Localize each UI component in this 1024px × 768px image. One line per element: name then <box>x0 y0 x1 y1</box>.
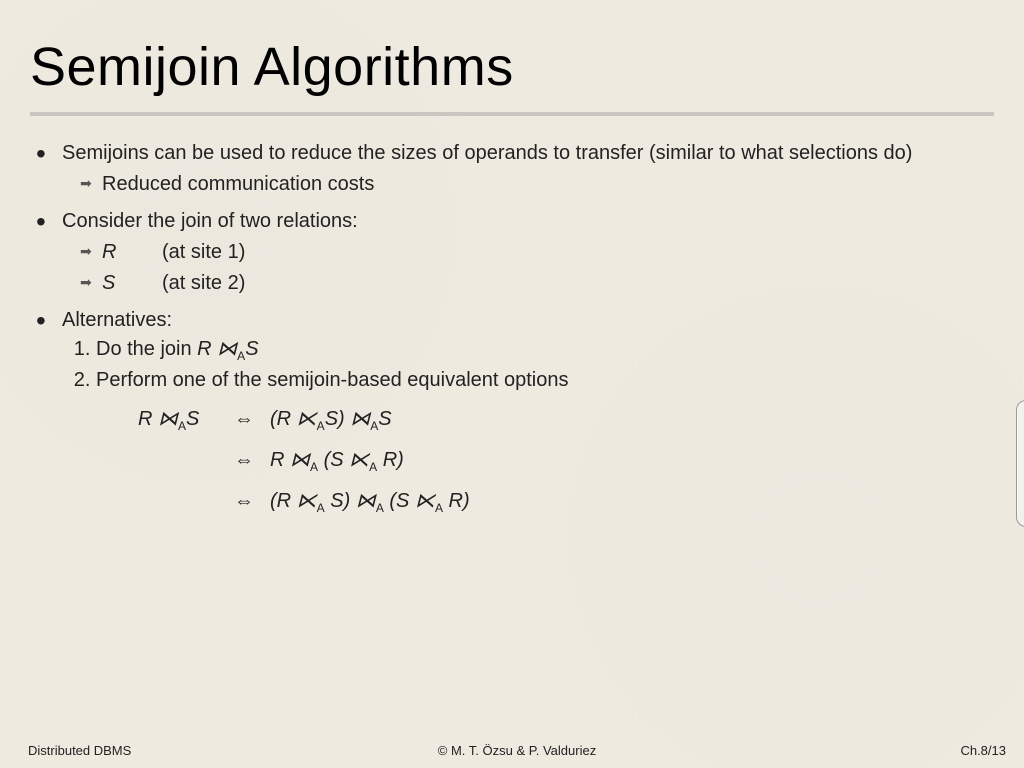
footer-center: © M. T. Özsu & P. Valduriez <box>438 743 596 758</box>
bullet-1a: Reduced communication costs <box>80 173 994 196</box>
alt-2: Perform one of the semijoin-based equiva… <box>96 369 994 392</box>
alternatives-list: Do the join R ⋈AS Perform one of the sem… <box>96 336 994 392</box>
bullet-1: Semijoins can be used to reduce the size… <box>36 142 994 196</box>
bullet-2: Consider the join of two relations: R (a… <box>36 210 994 295</box>
slide: Semijoin Algorithms Semijoins can be use… <box>0 0 1024 768</box>
equivalence-block: R ⋈AS ⇔ (R ⋉AS) ⋈AS ⇔ R ⋈A (S ⋉A R) ⇔ (R… <box>138 406 994 515</box>
relation-s: S (at site 2) <box>80 272 994 295</box>
eq-row-2: ⇔ R ⋈A (S ⋉A R) <box>138 447 994 474</box>
eq-row-1: R ⋈AS ⇔ (R ⋉AS) ⋈AS <box>138 406 994 433</box>
tradeoff-callout: Tradeoff between a) cost to compute and … <box>1016 400 1024 527</box>
relation-r-site: (at site 1) <box>162 241 245 264</box>
relation-s-label: S <box>102 272 122 295</box>
slide-title: Semijoin Algorithms <box>30 36 994 98</box>
iff-3: ⇔ <box>234 490 254 513</box>
eq-rhs-2: R ⋈A (S ⋉A R) <box>270 447 404 474</box>
bullet-2-sub: R (at site 1) S (at site 2) <box>62 241 994 295</box>
eq-row-3: ⇔ (R ⋉A S) ⋈A (S ⋉A R) <box>138 488 994 515</box>
eq-rhs-1: (R ⋉AS) ⋈AS <box>270 406 392 433</box>
bullet-1-text: Semijoins can be used to reduce the size… <box>62 142 912 164</box>
bullet-list: Semijoins can be used to reduce the size… <box>30 142 994 515</box>
relation-s-site: (at site 2) <box>162 272 245 295</box>
footer: Distributed DBMS © M. T. Özsu & P. Valdu… <box>28 743 1006 758</box>
iff-2: ⇔ <box>234 449 254 472</box>
relation-r-label: R <box>102 241 122 264</box>
bullet-3-text: Alternatives: <box>62 309 172 331</box>
bullet-3: Alternatives: Do the join R ⋈AS Perform … <box>36 309 994 515</box>
title-rule <box>30 112 994 116</box>
alt-1-pre: Do the join <box>96 338 197 360</box>
footer-right: Ch.8/13 <box>960 743 1006 758</box>
relation-r: R (at site 1) <box>80 241 994 264</box>
footer-left: Distributed DBMS <box>28 743 131 758</box>
bullet-2-text: Consider the join of two relations: <box>62 210 358 232</box>
alt-1: Do the join R ⋈AS <box>96 336 994 363</box>
alt-1-expr: R ⋈AS <box>197 338 258 360</box>
iff-1: ⇔ <box>234 408 254 431</box>
eq-rhs-3: (R ⋉A S) ⋈A (S ⋉A R) <box>270 488 470 515</box>
eq-lhs: R ⋈AS <box>138 406 218 433</box>
bullet-1-sub: Reduced communication costs <box>62 173 994 196</box>
